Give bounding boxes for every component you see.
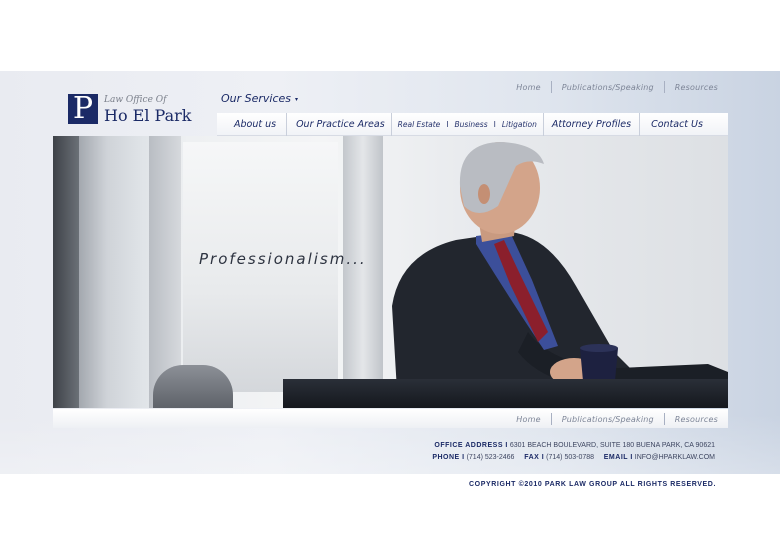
our-services-menu[interactable]: Our Services ▾ [221,92,298,105]
contact-info: OFFICE ADDRESS I 6301 BEACH BOULEVARD, S… [432,440,715,464]
top-link-resources[interactable]: Resources [665,83,728,92]
fax-label: FAX I [524,454,545,461]
hero-image: Professionalism... [53,136,728,408]
nav-litigation[interactable]: Litigation [496,120,543,129]
copyright: COPYRIGHT ©2010 PARK LAW GROUP ALL RIGHT… [469,481,716,488]
address-line: OFFICE ADDRESS I 6301 BEACH BOULEVARD, S… [432,440,715,452]
hero-tagline: Professionalism... [199,250,367,268]
phone-label: PHONE I [432,454,465,461]
top-link-publications[interactable]: Publications/Speaking [552,83,664,92]
nav-business[interactable]: Business [449,120,494,129]
email-link[interactable]: INFO@HPARKLAW.COM [635,454,715,461]
businessman-illustration [392,142,728,408]
address-label: OFFICE ADDRESS I [434,442,508,449]
logo[interactable]: P Law Office Of Ho El Park [68,94,208,128]
window-frame [53,136,79,408]
logo-subtitle: Law Office Of [104,95,167,105]
phone-value: (714) 523-2466 [466,454,515,461]
our-services-label: Our Services [221,92,292,105]
nav-about-us[interactable]: About us [217,119,286,130]
main-nav: About us Our Practice Areas Real Estate … [217,112,728,136]
nav-real-estate[interactable]: Real Estate [392,120,447,129]
fax-value: (714) 503-0788 [546,454,595,461]
logo-mark: P [68,94,98,124]
top-link-home[interactable]: Home [506,83,550,92]
chevron-down-icon: ▾ [295,95,299,103]
phone-line: PHONE I (714) 523-2466 FAX I (714) 503-0… [432,452,715,464]
top-links: Home Publications/Speaking Resources [500,78,728,96]
address-value: 6301 BEACH BOULEVARD, SUITE 180 BUENA PA… [509,442,715,449]
chair-shape [153,365,233,408]
nav-contact-us[interactable]: Contact Us [640,119,711,130]
bottom-links: Home Publications/Speaking Resources [500,411,728,427]
bottom-link-publications[interactable]: Publications/Speaking [552,415,664,424]
bottom-link-resources[interactable]: Resources [665,415,728,424]
table-surface [283,379,728,408]
nav-attorney-profiles[interactable]: Attorney Profiles [544,119,639,130]
bottom-link-home[interactable]: Home [506,415,550,424]
window-frame [343,136,383,408]
logo-name: Ho El Park [104,106,192,125]
email-label: EMAIL I [603,454,633,461]
nav-practice-areas[interactable]: Our Practice Areas [287,119,391,130]
